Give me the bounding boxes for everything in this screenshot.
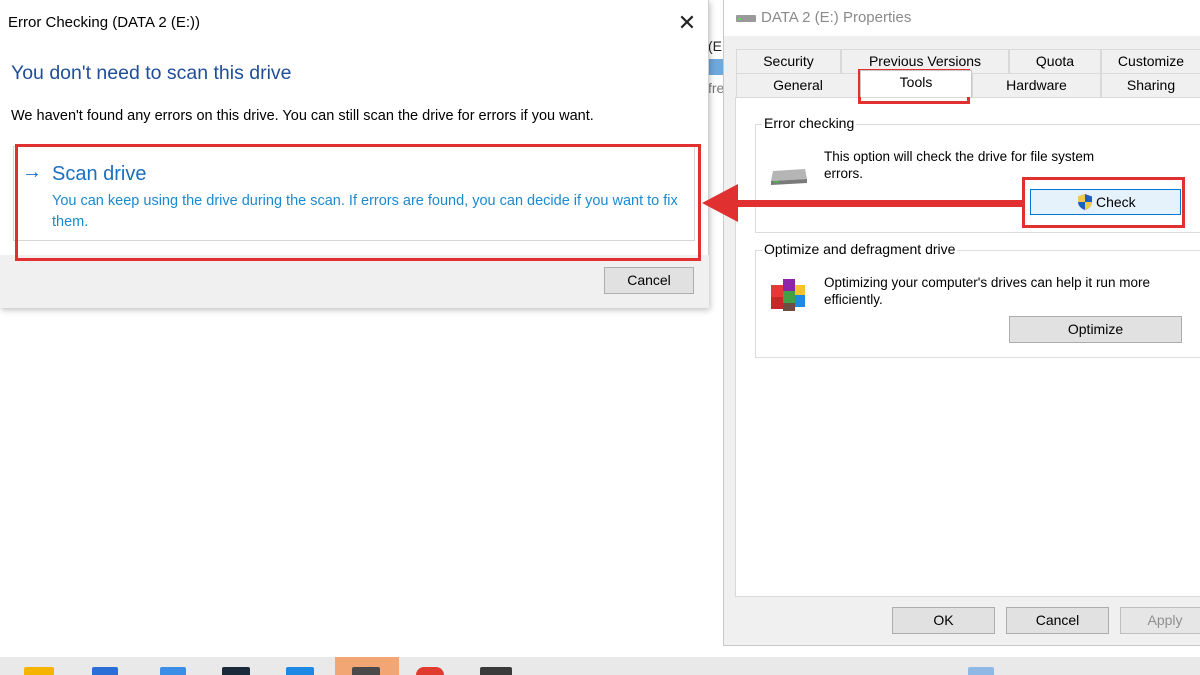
optimize-label: Optimize and defragment drive: [762, 241, 958, 257]
error-dialog-cancel-button[interactable]: Cancel: [604, 267, 694, 294]
optimize-description: Optimizing your computer's drives can he…: [824, 275, 1150, 307]
tab-tools[interactable]: Tools: [860, 70, 972, 97]
defrag-icon: [771, 279, 805, 311]
taskbar-app-icon[interactable]: [480, 667, 512, 675]
scan-drive-option[interactable]: → Scan drive You can keep using the driv…: [13, 146, 695, 241]
error-dialog-footer: Cancel: [0, 255, 709, 308]
error-dialog-heading: You don't need to scan this drive: [11, 62, 292, 84]
taskbar-app-icon[interactable]: [222, 667, 250, 675]
properties-titlebar: DATA 2 (E:) Properties: [724, 0, 1200, 36]
tab-hardware[interactable]: Hardware: [972, 73, 1101, 97]
tab-sharing[interactable]: Sharing: [1101, 73, 1200, 97]
tab-quota[interactable]: Quota: [1009, 49, 1101, 73]
uac-shield-icon: [1078, 194, 1092, 210]
check-button[interactable]: Check: [1030, 189, 1181, 215]
error-dialog-title: Error Checking (DATA 2 (E:)): [8, 14, 200, 31]
background-text-free: fre: [708, 80, 725, 96]
tab-security[interactable]: Security: [736, 49, 841, 73]
optimize-button[interactable]: Optimize: [1009, 316, 1182, 343]
ok-button[interactable]: OK: [892, 607, 995, 634]
taskbar-app-icon[interactable]: [352, 667, 380, 675]
error-checking-dialog: Error Checking (DATA 2 (E:)) ✕ You don't…: [0, 0, 709, 308]
taskbar-app-icon[interactable]: [416, 667, 444, 675]
error-dialog-message: We haven't found any errors on this driv…: [11, 108, 594, 124]
apply-button[interactable]: Apply: [1120, 607, 1200, 634]
taskbar-app-icon[interactable]: [92, 667, 118, 675]
close-icon[interactable]: ✕: [670, 8, 704, 38]
tools-panel: Error checking This option will check th…: [735, 97, 1200, 597]
taskbar-app-icon[interactable]: [286, 667, 314, 675]
taskbar-app-icon[interactable]: [160, 667, 186, 675]
arrow-right-icon: →: [22, 161, 42, 183]
tray-icon[interactable]: [968, 667, 994, 675]
file-explorer-icon[interactable]: [24, 667, 54, 675]
error-checking-description: This option will check the drive for fil…: [824, 149, 1095, 181]
properties-cancel-button[interactable]: Cancel: [1006, 607, 1109, 634]
tab-general[interactable]: General: [736, 73, 860, 97]
error-checking-label: Error checking: [762, 115, 857, 131]
tab-customize[interactable]: Customize: [1101, 49, 1200, 73]
annotation-arrow: [702, 184, 1024, 222]
scan-drive-description: You can keep using the drive during the …: [52, 193, 678, 230]
scan-drive-title: Scan drive: [52, 163, 147, 185]
taskbar: [0, 657, 1200, 675]
check-button-label: Check: [1096, 194, 1136, 210]
drive-icon: [736, 15, 756, 22]
drive-properties-window: DATA 2 (E:) Properties Security Previous…: [723, 0, 1200, 646]
properties-window-title: DATA 2 (E:) Properties: [761, 9, 912, 26]
